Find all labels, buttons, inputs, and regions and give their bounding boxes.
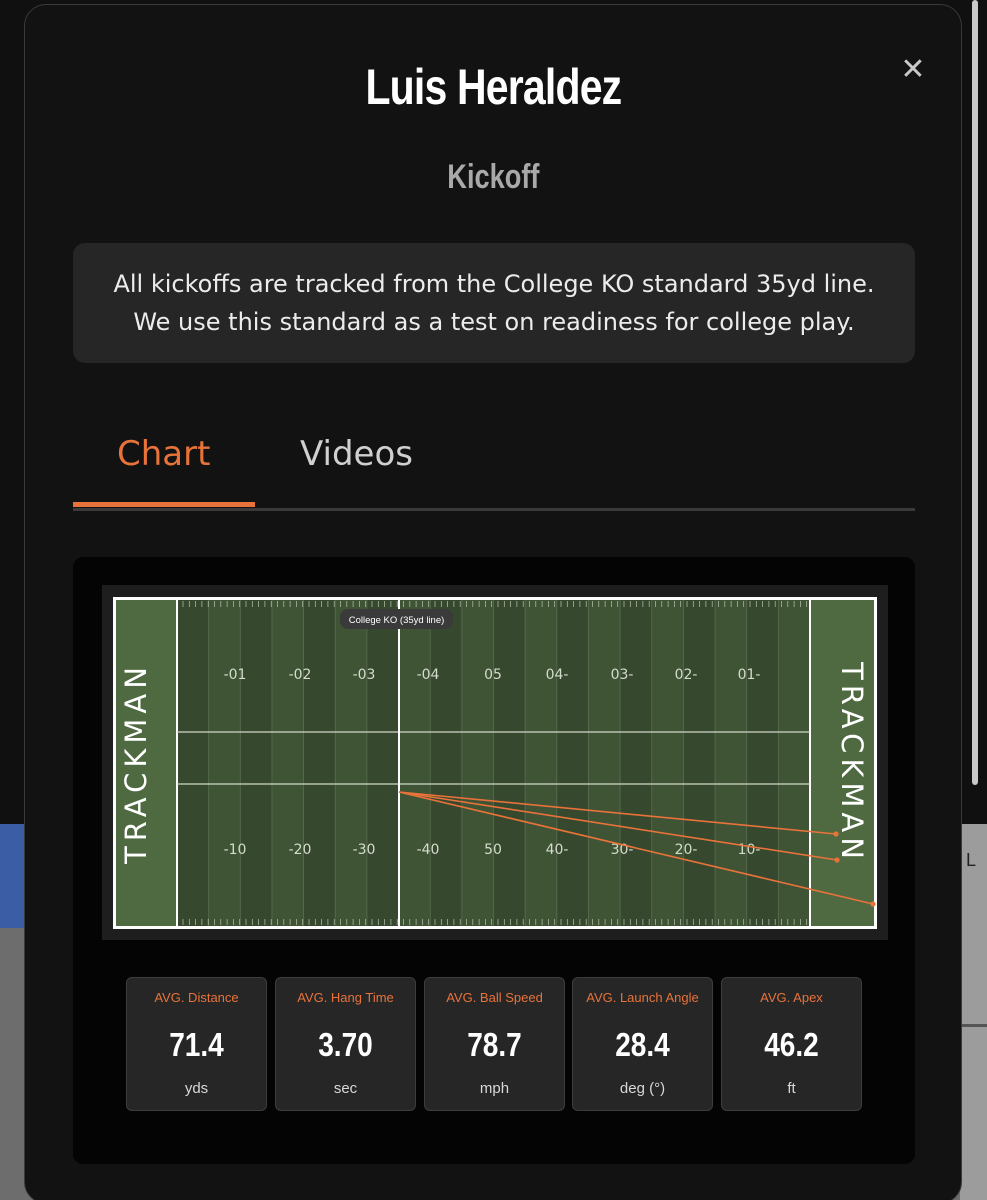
field-stripe: [778, 600, 811, 926]
stat-card-ball-speed: AVG. Ball Speed 78.7 mph: [424, 977, 565, 1111]
yard-number: -03: [353, 667, 376, 683]
field-stripe: [303, 600, 336, 926]
stat-unit: sec: [333, 1080, 358, 1097]
stat-value: 3.70: [318, 1026, 373, 1063]
kick-landing-2: [834, 857, 840, 863]
close-icon[interactable]: ✕: [898, 55, 928, 85]
yard-number: 03-: [611, 667, 634, 683]
yard-number: 05: [484, 667, 502, 683]
field-stripe: [683, 600, 716, 926]
field-stripe: [335, 600, 368, 926]
yard-number: -02: [289, 667, 312, 683]
yard-number: 04-: [546, 667, 569, 683]
kick-type: Kickoff: [447, 158, 540, 196]
field-stripe: [461, 600, 494, 926]
field-stripe: [715, 600, 748, 926]
stat-card-apex: AVG. Apex 46.2 ft: [721, 977, 862, 1111]
yard-number: -30: [353, 842, 376, 858]
background-edge-text: L: [966, 850, 977, 870]
stat-card-launch-angle: AVG. Launch Angle 28.4 deg (°): [572, 977, 713, 1111]
field-stripe: [430, 600, 463, 926]
field-stripe: [366, 600, 400, 926]
notice-line-1: All kickoffs are tracked from the Colleg…: [113, 270, 875, 298]
tab-videos[interactable]: Videos: [300, 434, 413, 474]
field-stripe: [240, 600, 273, 926]
yard-number: 02-: [675, 667, 698, 683]
stat-value: 78.7: [467, 1026, 522, 1063]
background-page-edge: [960, 824, 987, 1200]
stat-unit: yds: [184, 1080, 209, 1097]
field-stripes: [177, 600, 811, 926]
yard-number: 40-: [546, 842, 569, 858]
stat-value: 28.4: [615, 1026, 670, 1063]
player-name: Luis Heraldez: [365, 59, 622, 115]
stat-card-distance: AVG. Distance 71.4 yds: [126, 977, 267, 1111]
stat-unit: ft: [787, 1080, 796, 1097]
brand-left: TRACKMAN: [119, 662, 153, 865]
field-stripe: [556, 600, 589, 926]
info-notice: All kickoffs are tracked from the Colleg…: [73, 243, 915, 363]
yard-number: -04: [417, 667, 440, 683]
yard-number: -01: [224, 667, 247, 683]
field-stripe: [177, 600, 210, 926]
yard-number: 01-: [738, 667, 761, 683]
yard-number: -20: [289, 842, 312, 858]
field-stripe: [525, 600, 558, 926]
yard-number: 20-: [675, 842, 698, 858]
background-divider: [960, 1024, 987, 1027]
stat-value: 46.2: [764, 1026, 819, 1063]
stat-value: 71.4: [169, 1026, 224, 1063]
field-stripe: [651, 600, 684, 926]
field-stripe: [588, 600, 621, 926]
yard-number: 50: [484, 842, 502, 858]
kick-landing-3: [870, 901, 876, 907]
stat-label: AVG. Ball Speed: [446, 990, 543, 1005]
active-tab-indicator: [73, 502, 255, 507]
ko-marker-label: College KO (35yd line): [349, 615, 445, 626]
field-stripe: [493, 600, 526, 926]
stat-unit: mph: [479, 1080, 510, 1097]
stat-label: AVG. Apex: [760, 990, 823, 1005]
notice-line-2: We use this standard as a test on readin…: [133, 308, 855, 336]
field-stripe: [746, 600, 779, 926]
tab-chart[interactable]: Chart: [117, 434, 210, 474]
kick-landing-1: [833, 831, 839, 837]
scrollbar-thumb[interactable]: [972, 0, 978, 785]
yard-number: -10: [224, 842, 247, 858]
stat-label: AVG. Distance: [154, 990, 239, 1005]
yard-number: -40: [417, 842, 440, 858]
field-stripe: [208, 600, 241, 926]
field-stripe: [620, 600, 653, 926]
stat-label: AVG. Launch Angle: [586, 990, 699, 1005]
field-stripe: [398, 600, 431, 926]
stat-card-hang-time: AVG. Hang Time 3.70 sec: [275, 977, 416, 1111]
tab-bar-divider: [73, 508, 915, 511]
yard-numbers-top: -01 -02 -03 -04 05 04- 03- 02- 01-: [224, 667, 761, 683]
field-stripe: [271, 600, 305, 926]
stat-unit: deg (°): [619, 1080, 666, 1097]
kickoff-field-chart: College KO (35yd line) -01 -02 -03 -04 05 04-…: [102, 585, 888, 940]
brand-right: TRACKMAN: [835, 661, 869, 864]
yard-numbers-bottom: -10 -20 -30 -40 50 40- 30- 20- 10-: [224, 842, 761, 858]
stat-label: AVG. Hang Time: [297, 990, 394, 1005]
